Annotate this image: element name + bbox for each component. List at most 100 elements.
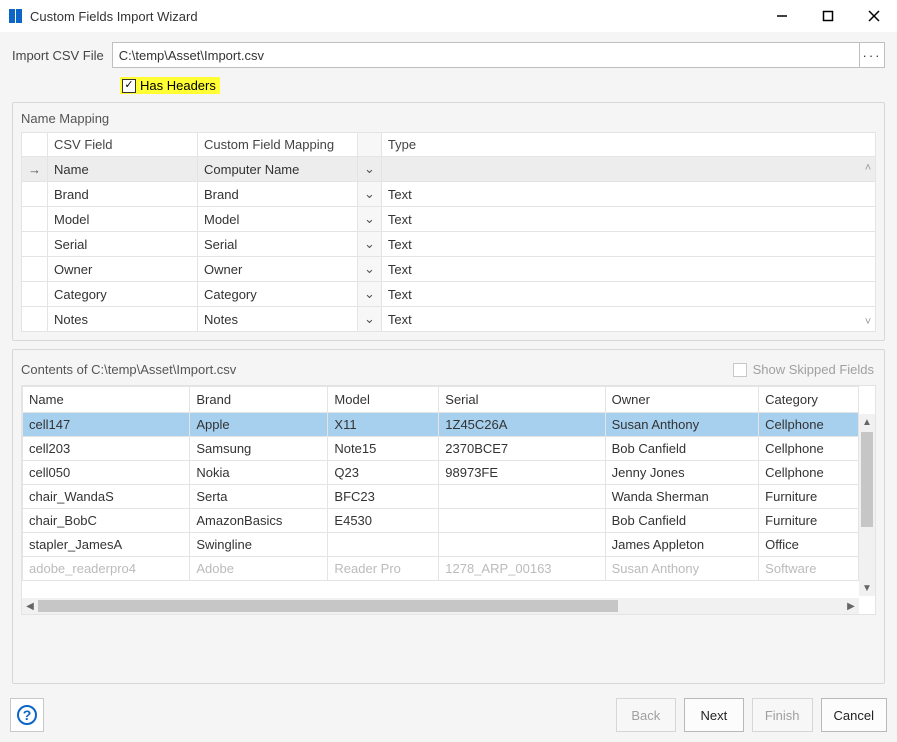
has-headers-label: Has Headers [140, 78, 216, 93]
type-cell: Text [381, 182, 875, 207]
cell: Wanda Sherman [605, 485, 759, 509]
table-row[interactable]: cell050NokiaQ2398973FEJenny JonesCellpho… [23, 461, 859, 485]
scroll-down-icon[interactable]: ▼ [859, 580, 875, 596]
table-row[interactable]: stapler_JamesASwinglineJames AppletonOff… [23, 533, 859, 557]
table-row[interactable]: chair_BobCAmazonBasicsE4530Bob CanfieldF… [23, 509, 859, 533]
csv-field-cell[interactable]: Model [48, 207, 198, 232]
row-indicator-icon [22, 282, 48, 307]
cell: BFC23 [328, 485, 439, 509]
cancel-button[interactable]: Cancel [821, 698, 887, 732]
cell: Software [759, 557, 859, 581]
table-row[interactable]: cell203SamsungNote152370BCE7Bob Canfield… [23, 437, 859, 461]
csv-field-cell[interactable]: Brand [48, 182, 198, 207]
table-row[interactable]: cell147AppleX111Z45C26ASusan AnthonyCell… [23, 413, 859, 437]
browse-button[interactable]: ··· [859, 42, 885, 68]
custom-field-cell[interactable]: Notes [198, 307, 358, 332]
cell [328, 533, 439, 557]
cell: Jenny Jones [605, 461, 759, 485]
dropdown-icon[interactable]: ⌄ [358, 282, 382, 307]
mapping-row[interactable]: ModelModel⌄Text [22, 207, 876, 232]
cell: Samsung [190, 437, 328, 461]
cell: Cellphone [759, 437, 859, 461]
column-header[interactable]: Model [328, 387, 439, 413]
table-row[interactable]: chair_WandaSSertaBFC23Wanda ShermanFurni… [23, 485, 859, 509]
row-indicator-icon [22, 257, 48, 282]
cell: 1278_ARP_00163 [439, 557, 605, 581]
scroll-right-icon[interactable]: ▶ [843, 598, 859, 614]
cell: Note15 [328, 437, 439, 461]
cell: Adobe [190, 557, 328, 581]
scroll-up-icon[interactable]: ▲ [859, 414, 875, 430]
csv-field-cell[interactable]: Notes [48, 307, 198, 332]
import-file-input[interactable] [112, 42, 859, 68]
scrollbar-thumb[interactable] [861, 432, 873, 527]
cell: Nokia [190, 461, 328, 485]
wizard-window: Custom Fields Import Wizard Import CSV F… [0, 0, 897, 742]
mapping-row[interactable]: NotesNotes⌄Text [22, 307, 876, 332]
scrollbar-thumb[interactable] [38, 600, 618, 612]
custom-field-cell[interactable]: Category [198, 282, 358, 307]
mapping-row[interactable]: CategoryCategory⌄Text [22, 282, 876, 307]
cell: 1Z45C26A [439, 413, 605, 437]
column-header[interactable]: Owner [605, 387, 759, 413]
dropdown-icon[interactable]: ⌄ [358, 257, 382, 282]
cell: Susan Anthony [605, 557, 759, 581]
col-custom-field[interactable]: Custom Field Mapping [198, 133, 358, 157]
cell: Office [759, 533, 859, 557]
show-skipped-label: Show Skipped Fields [753, 362, 874, 377]
mapping-row[interactable]: BrandBrand⌄Text [22, 182, 876, 207]
back-button[interactable]: Back [616, 698, 676, 732]
scroll-down-icon[interactable]: ˅ [862, 316, 874, 328]
cell [439, 485, 605, 509]
type-cell: Text [381, 207, 875, 232]
scroll-left-icon[interactable]: ◀ [22, 598, 38, 614]
cell: 2370BCE7 [439, 437, 605, 461]
mapping-row[interactable]: SerialSerial⌄Text [22, 232, 876, 257]
cell: cell147 [23, 413, 190, 437]
svg-text:?: ? [23, 707, 32, 723]
help-button[interactable]: ? [10, 698, 44, 732]
vertical-scrollbar[interactable]: ▲ ▼ [859, 414, 875, 596]
cell: 98973FE [439, 461, 605, 485]
horizontal-scrollbar[interactable]: ◀ ▶ [22, 598, 859, 614]
mapping-table: CSV Field Custom Field Mapping Type →Nam… [21, 132, 876, 332]
type-cell: Text [381, 282, 875, 307]
custom-field-cell[interactable]: Owner [198, 257, 358, 282]
dropdown-icon[interactable]: ⌄ [358, 232, 382, 257]
col-type[interactable]: Type [381, 133, 875, 157]
custom-field-cell[interactable]: Brand [198, 182, 358, 207]
show-skipped-checkbox[interactable]: Show Skipped Fields [733, 362, 874, 377]
minimize-button[interactable] [759, 0, 805, 32]
cell: Swingline [190, 533, 328, 557]
next-button[interactable]: Next [684, 698, 744, 732]
col-csv-field[interactable]: CSV Field [48, 133, 198, 157]
custom-field-cell[interactable]: Computer Name [198, 157, 358, 182]
csv-field-cell[interactable]: Name [48, 157, 198, 182]
cell: James Appleton [605, 533, 759, 557]
type-cell [381, 157, 875, 182]
dropdown-icon[interactable]: ⌄ [358, 207, 382, 232]
column-header[interactable]: Name [23, 387, 190, 413]
cell: Furniture [759, 485, 859, 509]
csv-field-cell[interactable]: Owner [48, 257, 198, 282]
csv-field-cell[interactable]: Serial [48, 232, 198, 257]
mapping-row[interactable]: →NameComputer Name⌄ [22, 157, 876, 182]
mapping-row[interactable]: OwnerOwner⌄Text [22, 257, 876, 282]
column-header[interactable]: Brand [190, 387, 328, 413]
column-header[interactable]: Serial [439, 387, 605, 413]
has-headers-checkbox[interactable]: ✓ Has Headers [120, 77, 220, 94]
checkmark-icon: ✓ [122, 79, 136, 93]
dropdown-icon[interactable]: ⌄ [358, 182, 382, 207]
column-header[interactable]: Category [759, 387, 859, 413]
custom-field-cell[interactable]: Serial [198, 232, 358, 257]
custom-field-cell[interactable]: Model [198, 207, 358, 232]
dropdown-icon[interactable]: ⌄ [358, 157, 382, 182]
close-button[interactable] [851, 0, 897, 32]
import-file-label: Import CSV File [12, 48, 104, 63]
table-row[interactable]: adobe_readerpro4AdobeReader Pro1278_ARP_… [23, 557, 859, 581]
csv-field-cell[interactable]: Category [48, 282, 198, 307]
finish-button[interactable]: Finish [752, 698, 813, 732]
maximize-button[interactable] [805, 0, 851, 32]
scroll-up-icon[interactable]: ˄ [862, 162, 874, 174]
dropdown-icon[interactable]: ⌄ [358, 307, 382, 332]
